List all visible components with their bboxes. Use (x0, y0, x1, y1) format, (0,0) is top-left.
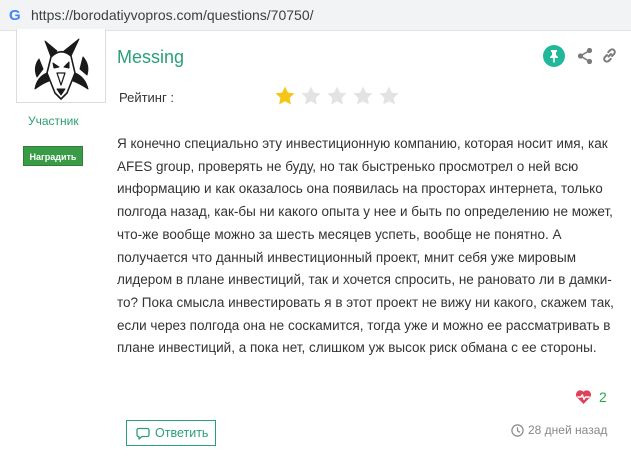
star-icon[interactable] (300, 85, 322, 107)
rating-label: Рейтинг : (119, 90, 174, 105)
rating-stars[interactable] (274, 85, 404, 107)
pin-button[interactable] (543, 45, 565, 67)
award-button[interactable]: Наградить (23, 146, 83, 166)
pin-icon (550, 50, 558, 63)
star-icon[interactable] (326, 85, 348, 107)
reply-button[interactable]: Ответить (126, 420, 216, 446)
link-icon[interactable] (601, 47, 618, 64)
share-icon[interactable] (577, 47, 593, 65)
author-name[interactable]: Messing (117, 47, 184, 68)
google-logo-icon: G (9, 7, 21, 24)
answer-text: Я конечно специально эту инвестиционную … (117, 136, 614, 356)
post-time: 28 дней назад (528, 423, 608, 437)
reply-label: Ответить (155, 426, 209, 440)
heart-pulse-icon[interactable] (575, 389, 592, 405)
star-icon[interactable] (352, 85, 374, 107)
avatar[interactable] (16, 29, 106, 103)
star-icon[interactable] (378, 85, 400, 107)
user-role: Участник (28, 114, 79, 128)
comment-icon (136, 427, 150, 440)
clock-icon (511, 424, 524, 437)
browser-address-bar[interactable]: G https://borodatiyvopros.com/questions/… (0, 0, 631, 31)
url-text[interactable]: https://borodatiyvopros.com/questions/70… (31, 7, 314, 23)
like-count: 2 (599, 389, 607, 405)
wolf-avatar-icon (34, 38, 89, 100)
star-icon[interactable] (274, 85, 296, 107)
